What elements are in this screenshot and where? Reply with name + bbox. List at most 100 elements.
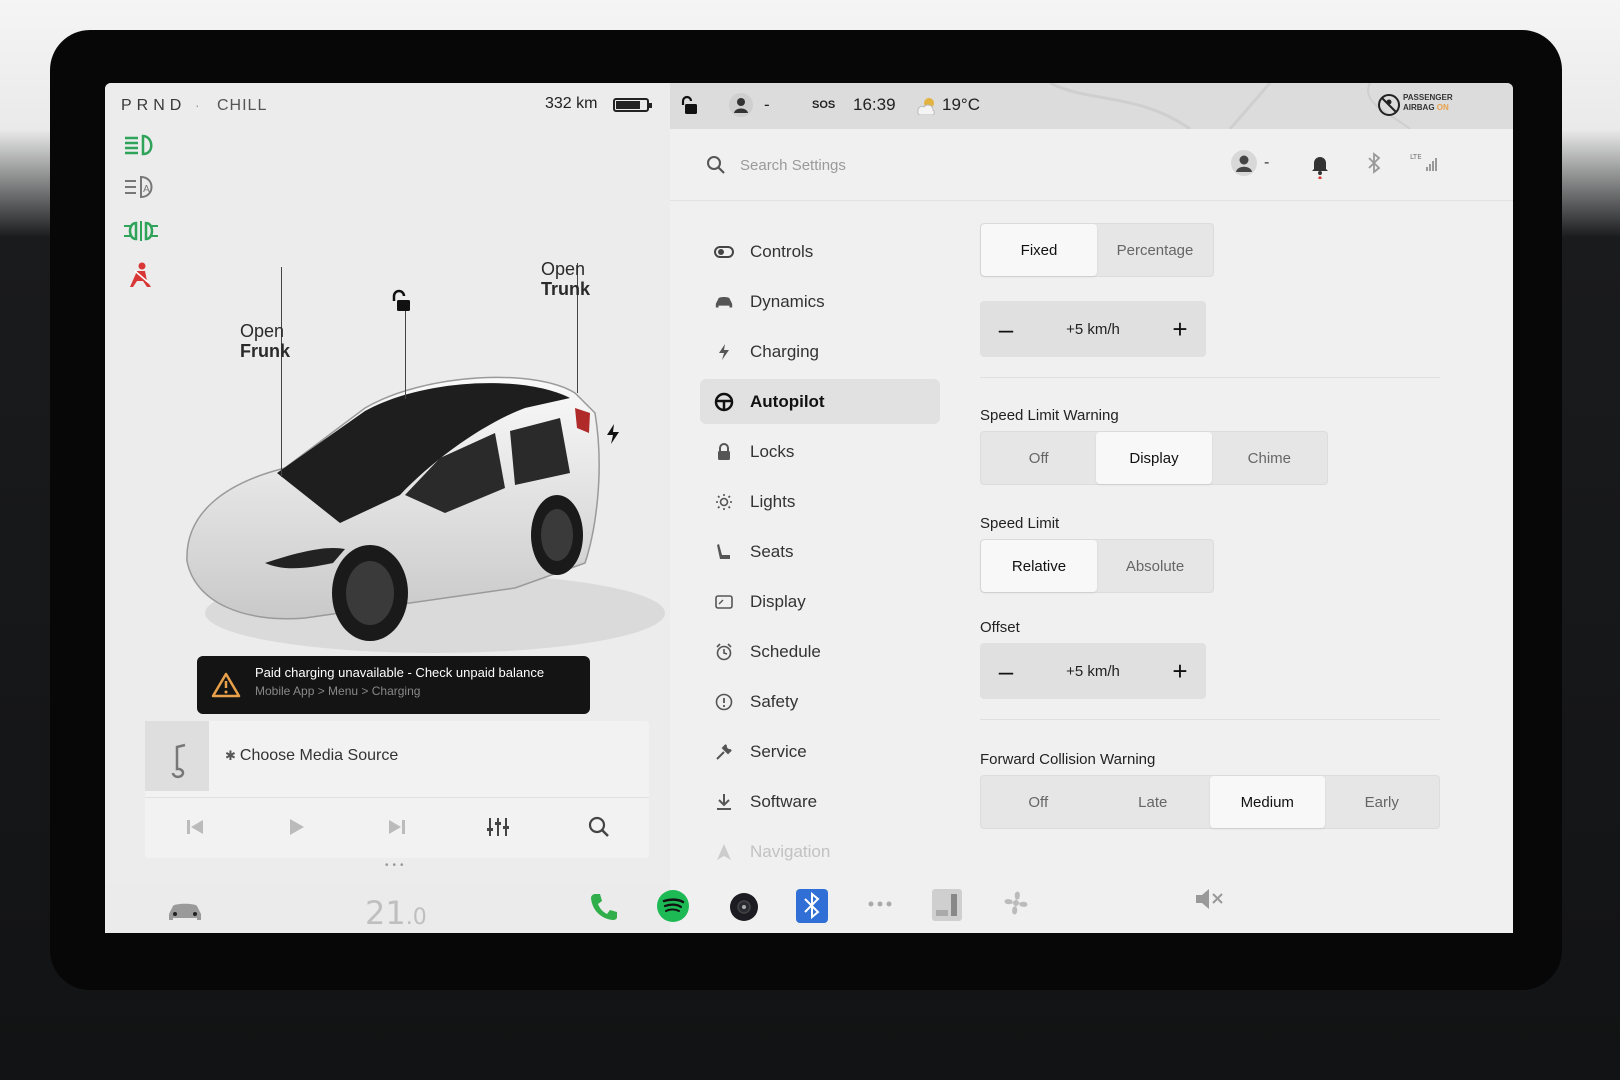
nav-item-software[interactable]: Software	[700, 779, 940, 824]
previous-track-icon[interactable]	[175, 812, 215, 842]
navigation-icon	[714, 842, 734, 862]
alert-title: Paid charging unavailable - Check unpaid…	[255, 665, 545, 680]
profile-icon[interactable]	[728, 92, 754, 123]
nav-item-label: Schedule	[750, 641, 821, 661]
increase-offset-button[interactable]: +	[1166, 314, 1194, 344]
open-frunk-button[interactable]: Open Frunk	[240, 321, 290, 361]
notification-bell-icon[interactable]	[1310, 153, 1330, 184]
vehicle-illustration	[186, 376, 665, 653]
media-search-icon[interactable]	[579, 812, 619, 842]
media-player: ✱ Choose Media Source	[145, 721, 649, 858]
nav-item-label: Locks	[750, 441, 795, 461]
display-icon	[714, 592, 734, 612]
nav-item-navigation[interactable]: Navigation	[700, 829, 940, 874]
nav-item-label: Autopilot	[750, 391, 825, 411]
weather-icon	[916, 95, 938, 120]
search-icon	[706, 155, 726, 180]
nav-item-seats[interactable]: Seats	[700, 529, 940, 574]
bluetooth-icon[interactable]	[1366, 152, 1382, 179]
nav-item-schedule[interactable]: Schedule	[700, 629, 940, 674]
lock-status-icon[interactable]	[680, 95, 700, 122]
speed-limit-warning-option-off[interactable]: Off	[981, 432, 1096, 484]
steering-wheel-icon	[714, 392, 734, 412]
speed-limit-segmented: Relative Absolute	[980, 539, 1214, 593]
nav-item-charging[interactable]: Charging	[700, 329, 940, 374]
spotify-icon[interactable]	[655, 888, 691, 924]
cabin-temp-integer: 21	[365, 894, 406, 932]
nav-item-dynamics[interactable]: Dynamics	[700, 279, 940, 324]
more-apps-icon[interactable]	[865, 894, 895, 914]
nav-item-label: Safety	[750, 691, 799, 711]
offset-label: Offset	[980, 619, 1020, 636]
speed-limit-warning-option-display[interactable]: Display	[1096, 432, 1212, 484]
auto-headlight-icon: A	[123, 173, 159, 201]
offset-mode-option-percentage[interactable]: Percentage	[1097, 224, 1213, 276]
volume-mute-icon[interactable]	[1193, 886, 1225, 912]
autopilot-settings: Fixed Percentage – +5 km/h + Speed Limit …	[980, 201, 1500, 933]
phone-icon[interactable]	[587, 890, 621, 924]
trunk-label-line1: Open	[541, 259, 586, 279]
sun-icon	[714, 492, 734, 512]
album-art	[145, 721, 209, 791]
bolt-icon	[714, 342, 734, 362]
section-divider	[980, 719, 1440, 720]
choose-media-source-button[interactable]: ✱ Choose Media Source	[225, 747, 398, 765]
top-offset-stepper: – +5 km/h +	[980, 301, 1206, 357]
passenger-airbag-status: PASSENGER AIRBAG ON	[1403, 93, 1453, 113]
car-panel: PRND · CHILL 332 km A Open Frunk Open Tr…	[105, 83, 670, 883]
nav-item-locks[interactable]: Locks	[700, 429, 940, 474]
charge-port-icon[interactable]	[605, 423, 621, 450]
info-icon	[714, 692, 734, 712]
media-controls	[145, 797, 649, 855]
nav-item-controls[interactable]: Controls	[700, 229, 940, 274]
nav-item-label: Display	[750, 591, 806, 611]
header-profile-icon[interactable]	[1230, 149, 1258, 182]
equalizer-icon[interactable]	[478, 812, 518, 842]
airbag-line1: PASSENGER	[1403, 93, 1453, 102]
nav-item-display[interactable]: Display	[700, 579, 940, 624]
charging-alert[interactable]: Paid charging unavailable - Check unpaid…	[197, 656, 590, 714]
play-icon[interactable]	[276, 812, 316, 842]
fan-icon[interactable]	[999, 886, 1033, 920]
decrease-offset-button[interactable]: –	[992, 314, 1020, 344]
search-settings-input[interactable]	[740, 151, 1160, 179]
unlock-icon[interactable]	[389, 289, 413, 320]
nav-item-safety[interactable]: Safety	[700, 679, 940, 724]
sos-indicator[interactable]: SOS	[812, 99, 835, 111]
frunk-label-line2: Frunk	[240, 341, 291, 361]
offset-stepper: – +5 km/h +	[980, 643, 1206, 699]
cabin-temperature[interactable]: 21.0	[365, 894, 427, 932]
speed-limit-option-relative[interactable]: Relative	[981, 540, 1097, 592]
car-menu-icon[interactable]	[165, 898, 205, 924]
settings-panel: - LTE Controls Dynamics Charging Autopilot L…	[670, 129, 1513, 933]
forward-collision-warning-option-off[interactable]: Off	[981, 776, 1096, 828]
speed-limit-warning-option-chime[interactable]: Chime	[1212, 432, 1327, 484]
trunk-label-line2: Trunk	[541, 279, 591, 299]
wrench-icon	[714, 742, 734, 762]
nav-item-lights[interactable]: Lights	[700, 479, 940, 524]
speed-offset-value: +5 km/h	[1066, 662, 1120, 680]
airbag-icon	[1378, 94, 1400, 121]
touchscreen: PRND · CHILL 332 km A Open Frunk Open Tr…	[105, 83, 1513, 933]
calendar-app-icon[interactable]	[931, 888, 963, 922]
camera-icon[interactable]	[727, 890, 761, 924]
lte-signal-icon: LTE	[1410, 151, 1440, 180]
forward-collision-warning-option-medium[interactable]: Medium	[1210, 776, 1325, 828]
increase-speed-offset-button[interactable]: +	[1166, 656, 1194, 686]
offset-mode-option-fixed[interactable]: Fixed	[981, 224, 1097, 276]
car-view	[165, 233, 685, 673]
speed-limit-option-absolute[interactable]: Absolute	[1097, 540, 1213, 592]
outside-temperature: 19°C	[942, 95, 980, 114]
nav-item-service[interactable]: Service	[700, 729, 940, 774]
bluetooth-app-icon[interactable]	[795, 888, 829, 924]
forward-collision-warning-option-early[interactable]: Early	[1325, 776, 1440, 828]
header-profile-name: -	[1264, 154, 1270, 171]
open-trunk-button[interactable]: Open Trunk	[541, 259, 590, 299]
clock: 16:39	[853, 95, 896, 114]
forward-collision-warning-option-late[interactable]: Late	[1096, 776, 1211, 828]
decrease-speed-offset-button[interactable]: –	[992, 656, 1020, 686]
status-bar: - SOS 16:39 19°C PASSENGER AIRBAG ON	[670, 83, 1513, 129]
nav-item-autopilot[interactable]: Autopilot	[700, 379, 940, 424]
airbag-line2: AIRBAG	[1403, 103, 1435, 112]
next-track-icon[interactable]	[377, 812, 417, 842]
